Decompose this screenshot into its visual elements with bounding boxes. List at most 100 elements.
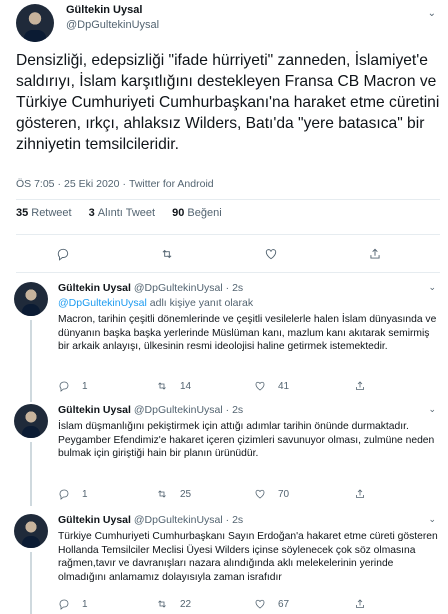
main-tweet-text: Densizliği, edepsizliği "ifade hürriyeti… — [16, 52, 440, 153]
like-button[interactable]: 67 — [254, 594, 289, 614]
retweet-count: 25 — [180, 488, 192, 500]
reply-text: Macron, tarihin çeşitli dönemlerinde ve … — [58, 314, 437, 352]
retweet-icon — [158, 600, 166, 608]
reply-button[interactable] — [56, 244, 70, 264]
author-handle[interactable]: @DpGultekinUysal — [66, 19, 159, 31]
like-button[interactable] — [264, 244, 278, 264]
tweet-time[interactable]: 2s — [232, 514, 243, 526]
tweet-time[interactable]: ÖS 7:05 — [16, 178, 55, 190]
share-icon — [356, 599, 364, 608]
thread-line — [30, 442, 32, 506]
chevron-down-icon[interactable]: ⌄ — [428, 282, 436, 293]
tweet-stats: 35 Retweet 3 Alıntı Tweet 90 Beğeni — [16, 207, 236, 219]
retweets-count: 35 — [16, 207, 29, 219]
reply-header: Gültekin Uysal @DpGultekinUysal · 2s — [58, 282, 243, 294]
reply-icon — [59, 381, 69, 392]
reply-actions: 1 25 70 — [58, 484, 438, 500]
like-count: 70 — [278, 488, 290, 500]
retweet-button[interactable]: 14 — [156, 376, 191, 396]
reply-count: 1 — [82, 488, 88, 500]
likes-label: Beğeni — [187, 207, 222, 219]
share-icon — [356, 489, 364, 498]
share-button[interactable] — [354, 376, 366, 396]
reply-count: 1 — [82, 598, 88, 610]
retweet-button[interactable]: 25 — [156, 484, 191, 504]
main-tweet-actions — [0, 244, 448, 264]
reply-count: 1 — [82, 380, 88, 392]
divider — [16, 272, 440, 273]
heart-icon — [265, 249, 277, 260]
retweets-label: Retweet — [31, 207, 72, 219]
author-name[interactable]: Gültekin Uysal — [58, 282, 131, 294]
separator-dot: · — [57, 178, 62, 190]
reply-header: Gültekin Uysal @DpGultekinUysal · 2s — [58, 514, 243, 526]
reply-header: Gültekin Uysal @DpGultekinUysal · 2s — [58, 404, 243, 416]
chevron-down-icon[interactable]: ⌄ — [428, 8, 436, 19]
heart-icon — [255, 381, 265, 391]
reply-button[interactable]: 1 — [58, 376, 88, 396]
reply-to-link[interactable]: @DpGultekinUysal — [58, 297, 147, 309]
reply-text: Türkiye Cumhuriyeti Cumhurbaşkanı Sayın … — [58, 531, 438, 583]
reply-button[interactable]: 1 — [58, 484, 88, 504]
quotes-count: 3 — [88, 207, 95, 219]
separator-dot: · — [225, 514, 230, 526]
separator-dot: · — [122, 178, 127, 190]
reply-to: @DpGultekinUysal adlı kişiye yanıt olara… — [58, 297, 253, 309]
author-name[interactable]: Gültekin Uysal — [66, 4, 142, 16]
reply-icon — [59, 599, 69, 610]
thread-line — [30, 320, 32, 402]
reply-tweet[interactable]: Gültekin Uysal @DpGultekinUysal · 2s ⌄ @… — [0, 282, 448, 402]
share-button[interactable] — [368, 244, 382, 264]
reply-tweet[interactable]: Gültekin Uysal @DpGultekinUysal · 2s ⌄ İ… — [0, 404, 448, 506]
like-count: 41 — [278, 380, 290, 392]
reply-icon — [57, 248, 69, 261]
quotes-stat[interactable]: 3 Alıntı Tweet — [89, 207, 155, 219]
likes-stat[interactable]: 90 Beğeni — [172, 207, 222, 219]
author-handle[interactable]: @DpGultekinUysal — [134, 404, 223, 416]
retweet-button[interactable]: 22 — [156, 594, 191, 614]
share-icon — [356, 381, 364, 390]
reply-tweet[interactable]: Gültekin Uysal @DpGultekinUysal · 2s ⌄ T… — [0, 514, 448, 614]
tweet-time[interactable]: 2s — [232, 282, 243, 294]
share-button[interactable] — [354, 484, 366, 504]
author-handle[interactable]: @DpGultekinUysal — [134, 282, 223, 294]
divider — [16, 199, 440, 200]
reply-button[interactable]: 1 — [58, 594, 88, 614]
reply-icon — [59, 489, 69, 500]
reply-actions: 1 14 41 — [58, 376, 438, 392]
tweet-date[interactable]: 25 Eki 2020 — [64, 178, 119, 190]
retweet-icon — [158, 490, 166, 498]
quotes-label: Alıntı Tweet — [97, 207, 156, 219]
reply-to-label: adlı kişiye yanıt olarak — [149, 297, 254, 309]
heart-icon — [255, 489, 265, 499]
author-name[interactable]: Gültekin Uysal — [58, 514, 131, 526]
chevron-down-icon[interactable]: ⌄ — [428, 514, 436, 525]
avatar[interactable] — [14, 514, 48, 548]
chevron-down-icon[interactable]: ⌄ — [428, 404, 436, 415]
avatar[interactable] — [16, 4, 54, 42]
author-handle[interactable]: @DpGultekinUysal — [134, 514, 223, 526]
reply-actions: 1 22 67 — [58, 594, 438, 610]
retweets-stat[interactable]: 35 Retweet — [16, 207, 72, 219]
tweet-meta: ÖS 7:05 · 25 Eki 2020 · Twitter for Android — [16, 178, 214, 190]
tweet-client[interactable]: Twitter for Android — [129, 178, 214, 190]
like-button[interactable]: 70 — [254, 484, 289, 504]
reply-text: İslam düşmanlığını pekiştirmek için attı… — [58, 421, 435, 459]
author-name[interactable]: Gültekin Uysal — [58, 404, 131, 416]
retweet-icon — [158, 382, 166, 390]
avatar[interactable] — [14, 282, 48, 316]
share-icon — [370, 248, 380, 259]
likes-count: 90 — [172, 207, 185, 219]
retweet-count: 14 — [180, 380, 192, 392]
like-count: 67 — [278, 598, 290, 610]
share-button[interactable] — [354, 594, 366, 614]
avatar[interactable] — [14, 404, 48, 438]
thread-line — [30, 552, 32, 614]
like-button[interactable]: 41 — [254, 376, 289, 396]
tweet-time[interactable]: 2s — [232, 404, 243, 416]
retweet-icon — [162, 249, 172, 259]
retweet-count: 22 — [180, 598, 192, 610]
heart-icon — [255, 599, 265, 609]
divider — [16, 234, 440, 235]
retweet-button[interactable] — [160, 244, 174, 264]
